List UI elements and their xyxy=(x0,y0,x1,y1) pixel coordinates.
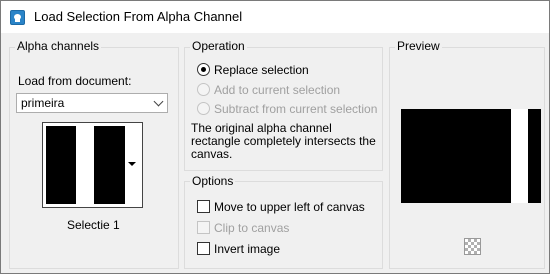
clip-to-canvas-checkbox[interactable] xyxy=(197,221,210,234)
preview-canvas xyxy=(401,109,541,203)
document-select[interactable]: primeira xyxy=(16,93,168,113)
invert-image-label[interactable]: Invert image xyxy=(214,242,280,256)
checkerboard-icon[interactable] xyxy=(464,238,481,255)
preview-group-label: Preview xyxy=(395,39,442,53)
load-from-document-label: Load from document: xyxy=(18,74,132,88)
subtract-from-selection-label[interactable]: Subtract from current selection xyxy=(214,102,377,116)
thumbnail-black-stripe xyxy=(46,126,76,204)
dialog-window: Load Selection From Alpha Channel Alpha … xyxy=(0,0,550,274)
move-to-upper-left-label[interactable]: Move to upper left of canvas xyxy=(214,200,365,214)
selected-channel-name: Selectie 1 xyxy=(67,218,120,232)
document-select-value: primeira xyxy=(21,96,65,110)
chevron-down-icon xyxy=(153,96,164,107)
window-title: Load Selection From Alpha Channel xyxy=(34,9,243,24)
preview-black-region xyxy=(528,109,541,203)
add-to-selection-label[interactable]: Add to current selection xyxy=(214,83,340,97)
replace-selection-radio[interactable] xyxy=(197,63,210,76)
subtract-from-selection-radio[interactable] xyxy=(197,102,210,115)
preview-black-region xyxy=(401,109,511,203)
thumbnail-dropdown-arrow-icon[interactable] xyxy=(128,162,136,166)
clip-to-canvas-label[interactable]: Clip to canvas xyxy=(214,221,289,235)
invert-image-checkbox[interactable] xyxy=(197,242,210,255)
app-icon xyxy=(10,10,25,25)
options-group-label: Options xyxy=(190,174,236,188)
alpha-channels-group-label: Alpha channels xyxy=(15,39,102,53)
replace-selection-label[interactable]: Replace selection xyxy=(214,63,309,77)
add-to-selection-radio[interactable] xyxy=(197,83,210,96)
operation-group-label: Operation xyxy=(190,39,247,53)
intersection-info-text: The original alpha channel rectangle com… xyxy=(191,121,376,161)
thumbnail-black-stripe xyxy=(94,126,125,204)
move-to-upper-left-checkbox[interactable] xyxy=(197,200,210,213)
title-bar[interactable]: Load Selection From Alpha Channel xyxy=(1,1,549,33)
